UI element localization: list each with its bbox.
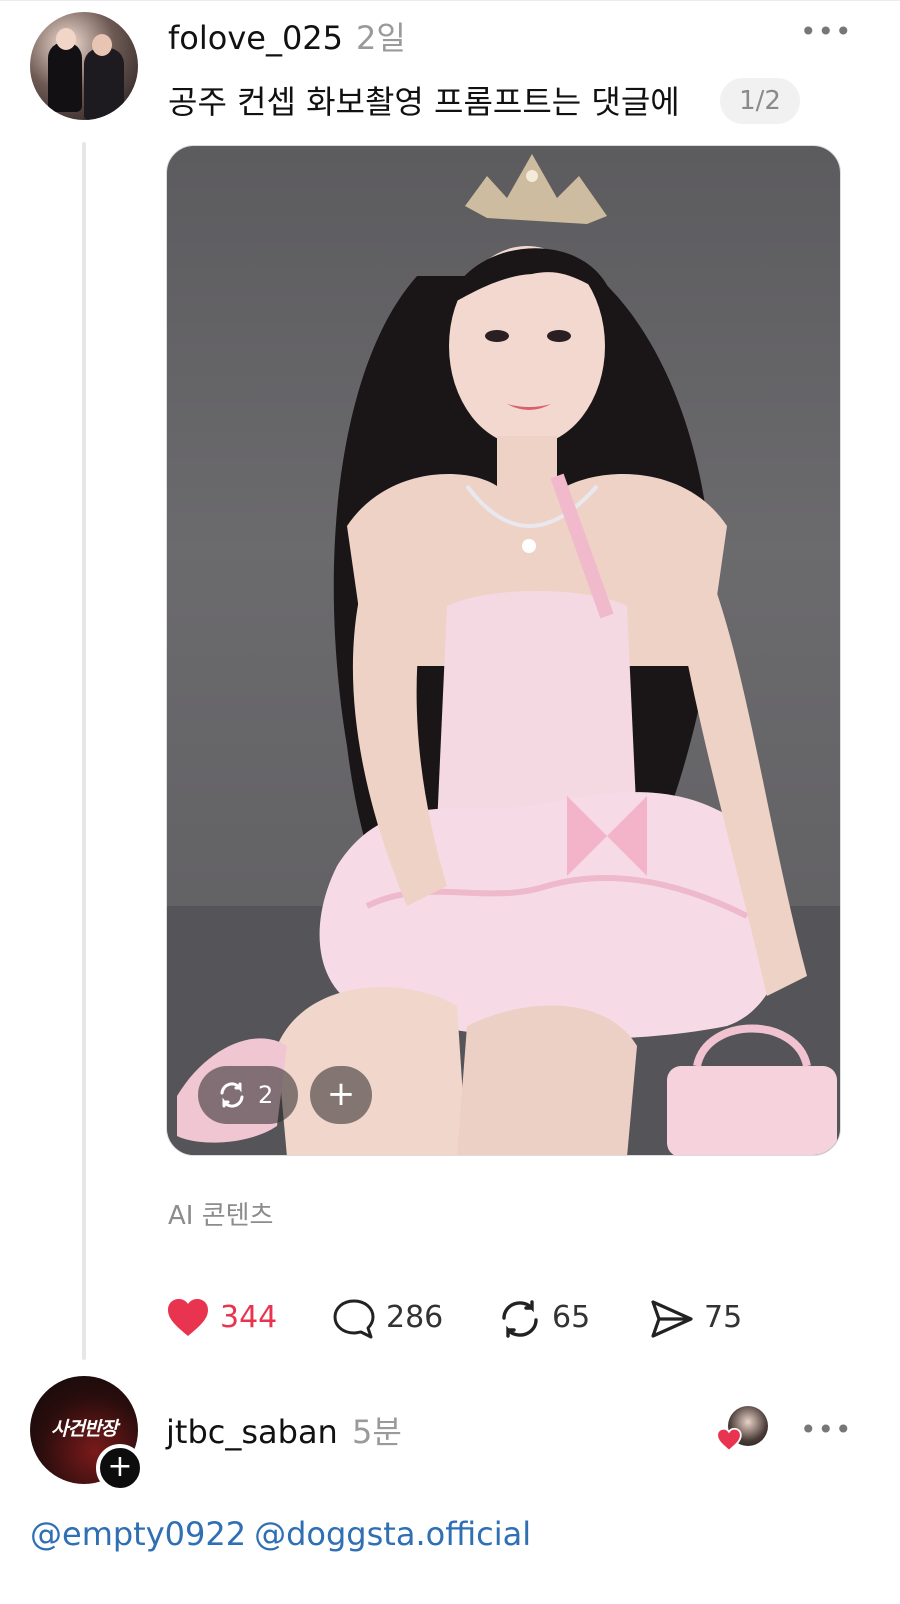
repost-icon (220, 1082, 244, 1108)
post-time: 5분 (352, 1413, 402, 1451)
ai-content-label: AI 콘텐츠 (168, 1201, 274, 1231)
more-icon[interactable]: ••• (800, 1410, 852, 1450)
heart-icon (168, 1299, 208, 1336)
post-caption: 공주 컨셉 화보촬영 프롬프트는 댓글에 (168, 83, 680, 121)
avatar-figure-left (48, 42, 82, 112)
mention-link[interactable]: @doggsta.official (254, 1515, 531, 1553)
heart-icon (716, 1428, 742, 1452)
post-time: 2일 (356, 19, 406, 57)
share-icon (651, 1300, 693, 1338)
plus-icon[interactable]: + (310, 1066, 372, 1124)
like-button[interactable]: 344 (166, 1290, 286, 1346)
repost-count: 65 (552, 1300, 591, 1335)
post-image-illustration (167, 154, 840, 1155)
avatar-logo-text: 사건반장 (51, 1418, 118, 1440)
avatar-figure-right (84, 48, 124, 120)
page-indicator-badge: 1/2 (720, 78, 800, 124)
comment-count: 286 (386, 1300, 444, 1335)
comment-button[interactable]: 286 (332, 1290, 452, 1346)
like-count: 344 (220, 1300, 278, 1335)
avatar-face-right (92, 34, 112, 56)
repost-button[interactable]: 65 (498, 1290, 608, 1346)
thread-line (82, 142, 86, 1360)
follow-button[interactable]: + (96, 1444, 144, 1492)
repost-chip-count: 2 (258, 1081, 274, 1109)
avatar[interactable] (30, 12, 138, 120)
comment-icon (333, 1299, 375, 1339)
mention-link[interactable]: @empty0922 (30, 1515, 246, 1553)
share-button[interactable]: 75 (650, 1290, 760, 1346)
repost-icon (502, 1300, 538, 1338)
share-count: 75 (704, 1300, 743, 1335)
mentions-line: @empty0922 @doggsta.official (30, 1512, 539, 1556)
avatar-face-left (56, 28, 76, 50)
post-username[interactable]: folove_025 (168, 16, 343, 60)
more-icon[interactable]: ••• (800, 12, 852, 52)
top-divider (0, 0, 900, 1)
repost-chip[interactable]: 2 (198, 1066, 298, 1124)
post-username[interactable]: jtbc_saban (166, 1410, 338, 1454)
post-image[interactable] (166, 145, 841, 1156)
